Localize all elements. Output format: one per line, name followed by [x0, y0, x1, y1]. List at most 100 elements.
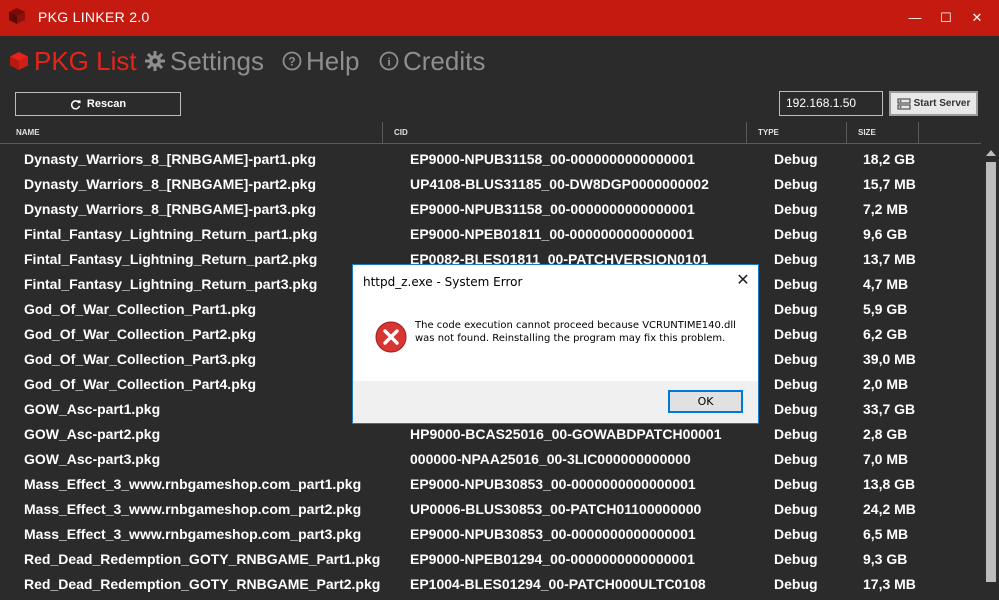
cell-cid: UP0006-BLUS30853_00-PATCH01100000000: [410, 501, 702, 517]
tab-settings[interactable]: Settings: [144, 42, 264, 80]
start-server-label: Start Server: [913, 98, 971, 109]
cell-type: Debug: [774, 226, 818, 242]
tab-credits[interactable]: i Credits: [379, 42, 485, 80]
cell-name: God_Of_War_Collection_Part4.pkg: [24, 376, 257, 392]
cell-size: 39,0 MB: [863, 351, 916, 367]
tab-settings-label: Settings: [170, 45, 264, 76]
cell-type: Debug: [774, 501, 818, 517]
cell-name: God_Of_War_Collection_Part2.pkg: [24, 326, 257, 342]
maximize-button[interactable]: ☐: [931, 8, 961, 28]
cell-name: GOW_Asc-part2.pkg: [24, 426, 161, 442]
cell-size: 4,7 MB: [863, 276, 909, 292]
table-row[interactable]: Red_Dead_Redemption_GOTY_RNBGAME_Part2.p…: [0, 571, 981, 596]
cell-type: Debug: [774, 151, 818, 167]
cell-type: Debug: [774, 526, 818, 542]
cell-size: 2,0 MB: [863, 376, 909, 392]
column-divider[interactable]: [846, 122, 847, 144]
ip-address-input[interactable]: 192.168.1.50: [779, 91, 883, 116]
cell-name: Dynasty_Warriors_8_[RNBGAME]-part1.pkg: [24, 151, 316, 167]
cell-name: Red_Dead_Redemption_GOTY_RNBGAME_Part2.p…: [24, 576, 381, 592]
column-header-size[interactable]: SIZE: [858, 128, 876, 137]
cell-name: Mass_Effect_3_www.rnbgameshop.com_part3.…: [24, 526, 362, 542]
window-title: PKG LINKER 2.0: [38, 9, 150, 25]
tab-pkg-list[interactable]: PKG List: [8, 42, 137, 80]
table-row[interactable]: Dynasty_Warriors_8_[RNBGAME]-part1.pkg EP…: [0, 146, 981, 171]
cell-type: Debug: [774, 576, 818, 592]
cell-type: Debug: [774, 426, 818, 442]
cell-size: 15,7 MB: [863, 176, 916, 192]
cell-size: 6,5 MB: [863, 526, 909, 542]
svg-text:i: i: [387, 55, 391, 69]
tab-pkg-list-label: PKG List: [34, 45, 137, 76]
table-row[interactable]: Mass_Effect_3_www.rnbgameshop.com_part2.…: [0, 496, 981, 521]
cell-size: 7,2 MB: [863, 201, 909, 217]
tab-credits-label: Credits: [403, 45, 486, 76]
tab-help-label: Help: [306, 45, 360, 76]
svg-text:?: ?: [288, 55, 295, 69]
cell-size: 24,2 MB: [863, 501, 916, 517]
ok-button[interactable]: OK: [668, 390, 743, 413]
cell-cid: HP9000-BCAS25016_00-GOWABDPATCH00001: [410, 426, 722, 442]
cell-cid: EP1004-BLES01294_00-PATCH000ULTC0108: [410, 576, 706, 592]
cell-type: Debug: [774, 201, 818, 217]
cell-size: 7,0 MB: [863, 451, 909, 467]
package-icon: [10, 52, 28, 70]
table-row[interactable]: Fintal_Fantasy_Lightning_Return_part1.pk…: [0, 221, 981, 246]
refresh-icon: [70, 99, 81, 110]
cell-type: Debug: [774, 251, 818, 267]
cell-cid: EP9000-NPUB31158_00-0000000000000001: [410, 151, 695, 167]
main-nav: PKG List Settings ? Help i Credits: [0, 42, 999, 82]
table-row[interactable]: Dynasty_Warriors_8_[RNBGAME]-part2.pkg UP…: [0, 171, 981, 196]
start-server-button[interactable]: Start Server: [889, 91, 978, 116]
server-icon: [897, 98, 911, 109]
table-row[interactable]: Mass_Effect_3_www.rnbgameshop.com_part1.…: [0, 471, 981, 496]
vertical-scrollbar[interactable]: [983, 146, 999, 600]
dialog-title: httpd_z.exe - System Error: [363, 275, 523, 289]
cell-name: God_Of_War_Collection_Part1.pkg: [24, 301, 257, 317]
cell-type: Debug: [774, 401, 818, 417]
close-button[interactable]: ✕: [962, 8, 992, 28]
dialog-close-button[interactable]: ✕: [733, 271, 753, 291]
cell-size: 18,2 GB: [863, 151, 916, 167]
cell-size: 6,2 GB: [863, 326, 908, 342]
cell-size: 9,6 GB: [863, 226, 908, 242]
cell-name: Fintal_Fantasy_Lightning_Return_part1.pk…: [24, 226, 318, 242]
column-header-name[interactable]: NAME: [16, 128, 40, 137]
cell-cid: EP9000-NPUB30853_00-0000000000000001: [410, 526, 696, 542]
minimize-button[interactable]: —: [900, 8, 930, 28]
cell-name: Mass_Effect_3_www.rnbgameshop.com_part2.…: [24, 501, 362, 517]
cell-name: GOW_Asc-part1.pkg: [24, 401, 161, 417]
cell-size: 9,3 GB: [863, 551, 908, 567]
gear-icon: [145, 51, 165, 71]
package-app-icon: [9, 8, 25, 24]
cell-cid: 000000-NPAA25016_00-3LIC000000000000: [410, 451, 691, 467]
cell-size: 17,3 MB: [863, 576, 916, 592]
scroll-up-arrow-icon[interactable]: [986, 150, 996, 156]
scrollbar-thumb[interactable]: [986, 162, 996, 582]
table-row[interactable]: Red_Dead_Redemption_GOTY_RNBGAME_Part1.p…: [0, 546, 981, 571]
column-divider[interactable]: [746, 122, 747, 144]
cell-type: Debug: [774, 451, 818, 467]
column-divider[interactable]: [382, 122, 383, 144]
cell-size: 33,7 GB: [863, 401, 916, 417]
table-row[interactable]: Dynasty_Warriors_8_[RNBGAME]-part3.pkg EP…: [0, 196, 981, 221]
tab-help[interactable]: ? Help: [282, 42, 359, 80]
table-row[interactable]: Mass_Effect_3_www.rnbgameshop.com_part3.…: [0, 521, 981, 546]
cell-type: Debug: [774, 376, 818, 392]
cell-type: Debug: [774, 551, 818, 567]
column-divider[interactable]: [918, 122, 919, 144]
cell-cid: EP9000-NPEB01811_00-0000000000000001: [410, 226, 695, 242]
column-header-cid[interactable]: CID: [394, 128, 408, 137]
cell-size: 5,9 GB: [863, 301, 908, 317]
cell-type: Debug: [774, 476, 818, 492]
table-row[interactable]: GOW_Asc-part2.pkg HP9000-BCAS25016_00-GOW…: [0, 421, 981, 446]
table-row[interactable]: GOW_Asc-part3.pkg 000000-NPAA25016_00-3LI…: [0, 446, 981, 471]
cell-cid: UP4108-BLUS31185_00-DW8DGP0000000002: [410, 176, 709, 192]
column-header-type[interactable]: TYPE: [758, 128, 779, 137]
cell-type: Debug: [774, 351, 818, 367]
cell-name: Red_Dead_Redemption_GOTY_RNBGAME_Part1.p…: [24, 551, 381, 567]
cell-type: Debug: [774, 301, 818, 317]
cell-size: 13,8 GB: [863, 476, 916, 492]
cell-name: GOW_Asc-part3.pkg: [24, 451, 161, 467]
rescan-button[interactable]: Rescan: [15, 92, 181, 116]
